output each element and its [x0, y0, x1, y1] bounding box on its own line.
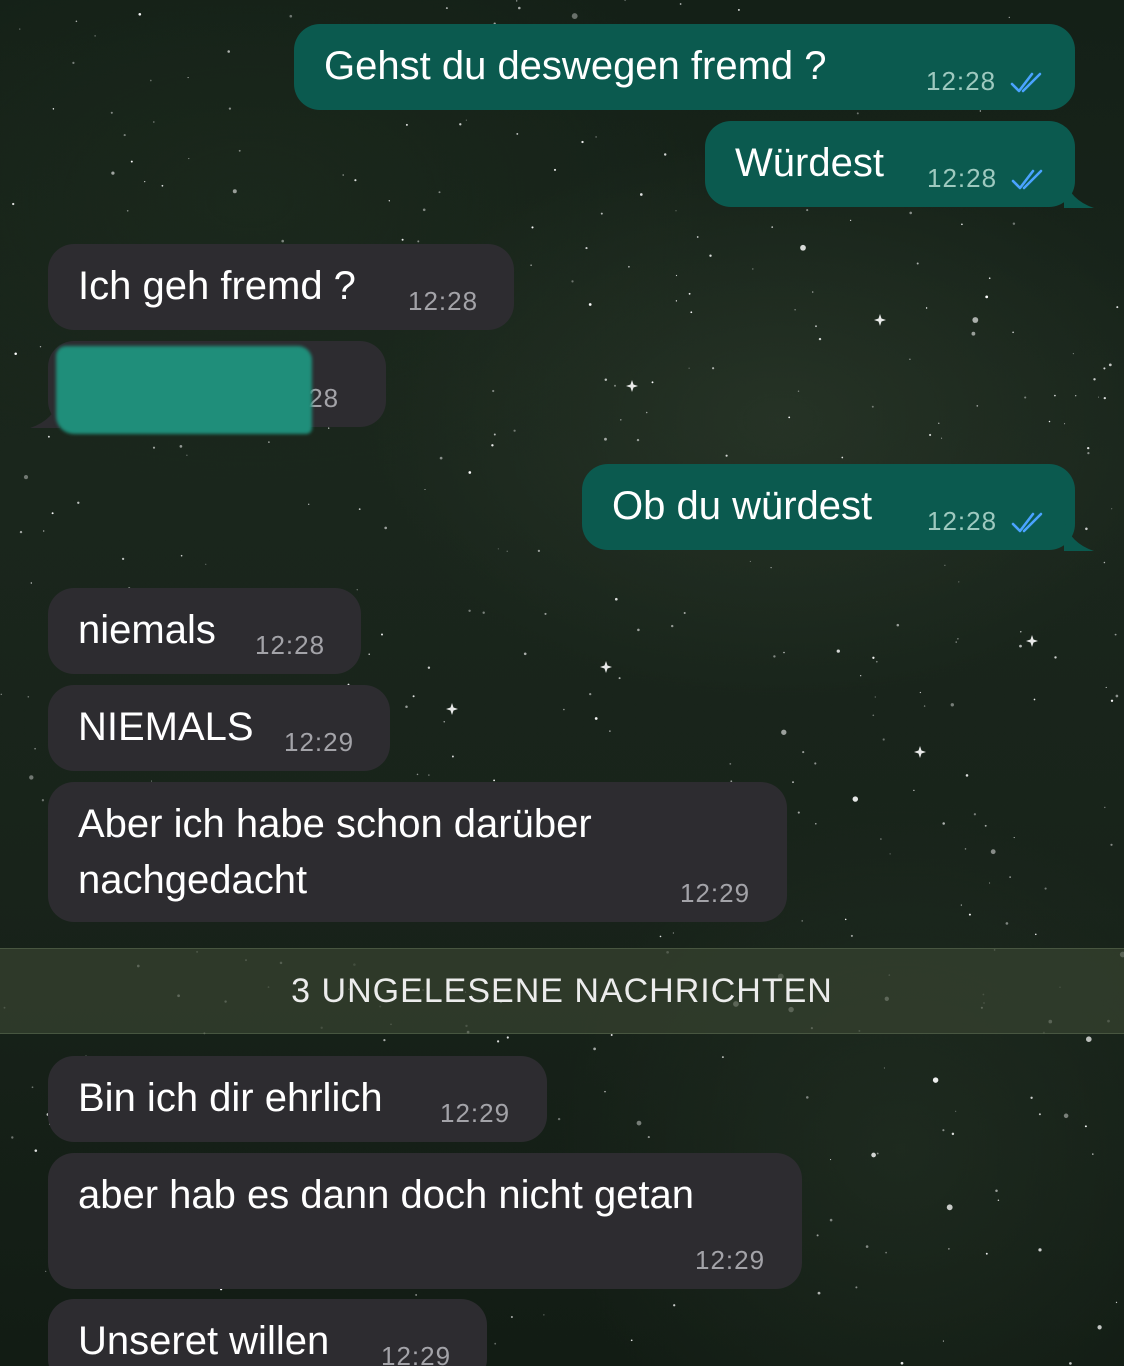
double-check-icon — [1010, 72, 1042, 93]
message-text: Bin ich dir ehrlich — [78, 1076, 383, 1120]
message-bubble-outgoing[interactable]: Würdest 12:28 — [705, 121, 1075, 207]
message-text: Gehst du deswegen fremd ? — [324, 44, 827, 88]
message-time: 12:29 — [381, 1341, 452, 1366]
message-text: NIEMALS — [78, 705, 254, 749]
message-bubble-incoming[interactable]: NIEMALS 12:29 — [48, 685, 390, 771]
message-text-line2: nachgedacht — [78, 858, 308, 902]
message-time: 12:28 — [926, 66, 997, 96]
message-time: 12:29 — [440, 1098, 511, 1128]
message-text: Ich geh fremd ? — [78, 264, 356, 308]
message-bubble-incoming[interactable]: Aber ich habe schon darüber nachgedacht … — [48, 782, 787, 922]
message-time: 12:28 — [255, 630, 326, 660]
message-time: 12:29 — [284, 727, 355, 757]
message-time: 12:28 — [408, 286, 479, 316]
message-text: Ob du würdest — [612, 484, 873, 528]
double-check-icon — [1011, 169, 1043, 190]
unread-divider-label: 3 UNGELESENE NACHRICHTEN — [291, 972, 833, 1010]
message-text-line1: Aber ich habe schon darüber — [78, 802, 592, 846]
message-time: 12:28 — [927, 506, 998, 536]
message-time: 12:29 — [680, 878, 751, 908]
message-bubble-outgoing[interactable]: Gehst du deswegen fremd ? 12:28 — [294, 24, 1075, 110]
message-bubble-incoming[interactable]: Unseret willen 12:29 — [48, 1299, 487, 1366]
message-text: aber hab es dann doch nicht getan — [78, 1173, 695, 1217]
redaction-block — [56, 346, 312, 434]
message-text: Würdest — [735, 141, 884, 185]
message-text: niemals — [78, 608, 216, 652]
message-bubble-incoming[interactable]: Bin ich dir ehrlich 12:29 — [48, 1056, 547, 1142]
message-text: Unseret willen — [78, 1319, 330, 1363]
message-time: 12:28 — [927, 163, 998, 193]
bubble-tail — [1064, 521, 1094, 551]
message-bubble-incoming[interactable]: aber hab es dann doch nicht getan 12:29 — [48, 1153, 802, 1289]
double-check-icon — [1011, 512, 1043, 533]
message-bubble-incoming[interactable]: Ich geh fremd ? 12:28 — [48, 244, 514, 330]
message-time: 12:29 — [695, 1245, 766, 1275]
bubble-tail — [1064, 178, 1094, 208]
unread-messages-divider: 3 UNGELESENE NACHRICHTEN — [0, 948, 1124, 1034]
message-bubble-outgoing[interactable]: Ob du würdest 12:28 — [582, 464, 1075, 550]
message-bubble-incoming[interactable]: niemals 12:28 — [48, 588, 361, 674]
